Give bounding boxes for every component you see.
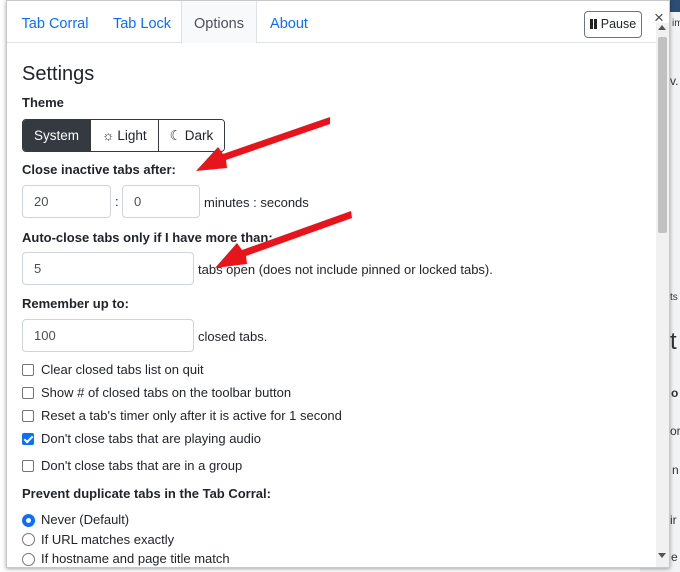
in-group-checkbox[interactable]	[22, 460, 34, 472]
duplicates-label: Prevent duplicate tabs in the Tab Corral…	[22, 486, 271, 501]
seconds-input[interactable]: 0	[122, 185, 200, 218]
scroll-up-arrow[interactable]	[658, 25, 666, 30]
clear-closed-checkbox[interactable]	[22, 364, 34, 376]
reset-timer-checkbox[interactable]	[22, 410, 34, 422]
tab-options[interactable]: Options	[181, 1, 257, 44]
playing-audio-label: Don't close tabs that are playing audio	[41, 431, 262, 446]
remember-label: Remember up to:	[22, 296, 129, 311]
moon-icon: ☾	[169, 128, 182, 143]
background-text: v.	[670, 74, 679, 88]
pause-icon	[589, 13, 599, 38]
pause-label: Pause	[600, 17, 637, 31]
theme-selector: System ☼ Light ☾ Dark	[22, 119, 226, 152]
tab-tab-corral[interactable]: Tab Corral	[7, 1, 103, 43]
theme-system-button[interactable]: System	[23, 120, 92, 151]
time-separator: :	[115, 194, 119, 209]
show-count-label: Show # of closed tabs on the toolbar but…	[41, 385, 292, 400]
tab-nav: Tab Corral Tab Lock Options About	[7, 1, 669, 44]
background-text: ts	[670, 292, 678, 303]
tab-tab-lock[interactable]: Tab Lock	[103, 1, 181, 43]
options-popup: Tab Corral Tab Lock Options About Pause …	[6, 0, 670, 568]
theme-dark-label: Dark	[184, 128, 214, 143]
clear-closed-label: Clear closed tabs list on quit	[41, 362, 204, 377]
dup-hostname-label: If hostname and page title match	[41, 551, 230, 566]
background-text: e	[671, 550, 678, 564]
page-title: Settings	[22, 63, 95, 85]
dup-url-radio[interactable]	[22, 533, 35, 546]
theme-light-button[interactable]: ☼ Light	[91, 120, 159, 151]
minutes-seconds-hint: minutes : seconds	[204, 195, 309, 210]
background-text: im	[672, 18, 680, 29]
auto-close-label: Auto-close tabs only if I have more than…	[22, 230, 273, 245]
tab-count-input[interactable]: 5	[22, 252, 194, 285]
minutes-input[interactable]: 20	[22, 185, 111, 218]
closed-tabs-hint: closed tabs.	[198, 329, 268, 344]
theme-system-label: System	[34, 128, 80, 143]
remember-count-input[interactable]: 100	[22, 319, 194, 352]
theme-light-label: Light	[117, 128, 147, 143]
dup-url-label: If URL matches exactly	[41, 532, 175, 547]
tabs-open-hint: tabs open (does not include pinned or lo…	[198, 262, 493, 277]
background-text: n	[672, 463, 679, 477]
background-text: o	[671, 386, 679, 400]
reset-timer-label: Reset a tab's timer only after it is act…	[41, 408, 342, 423]
close-inactive-label: Close inactive tabs after:	[22, 162, 176, 177]
theme-label: Theme	[22, 95, 64, 110]
dup-never-label: Never (Default)	[41, 512, 130, 527]
pause-button[interactable]: Pause	[584, 11, 642, 38]
show-count-checkbox[interactable]	[22, 387, 34, 399]
in-group-label: Don't close tabs that are in a group	[41, 458, 243, 473]
scrollbar-thumb[interactable]	[658, 37, 667, 233]
background-text: or	[670, 424, 680, 438]
background-text: t	[670, 328, 677, 355]
dup-hostname-radio[interactable]	[22, 553, 35, 566]
sun-icon: ☼	[102, 128, 115, 143]
tab-about[interactable]: About	[257, 1, 321, 43]
playing-audio-checkbox[interactable]	[22, 433, 34, 445]
scroll-down-arrow[interactable]	[658, 553, 666, 558]
background-text: ir	[670, 513, 677, 527]
dup-never-radio[interactable]	[22, 514, 35, 527]
theme-dark-button[interactable]: ☾ Dark	[158, 120, 225, 151]
